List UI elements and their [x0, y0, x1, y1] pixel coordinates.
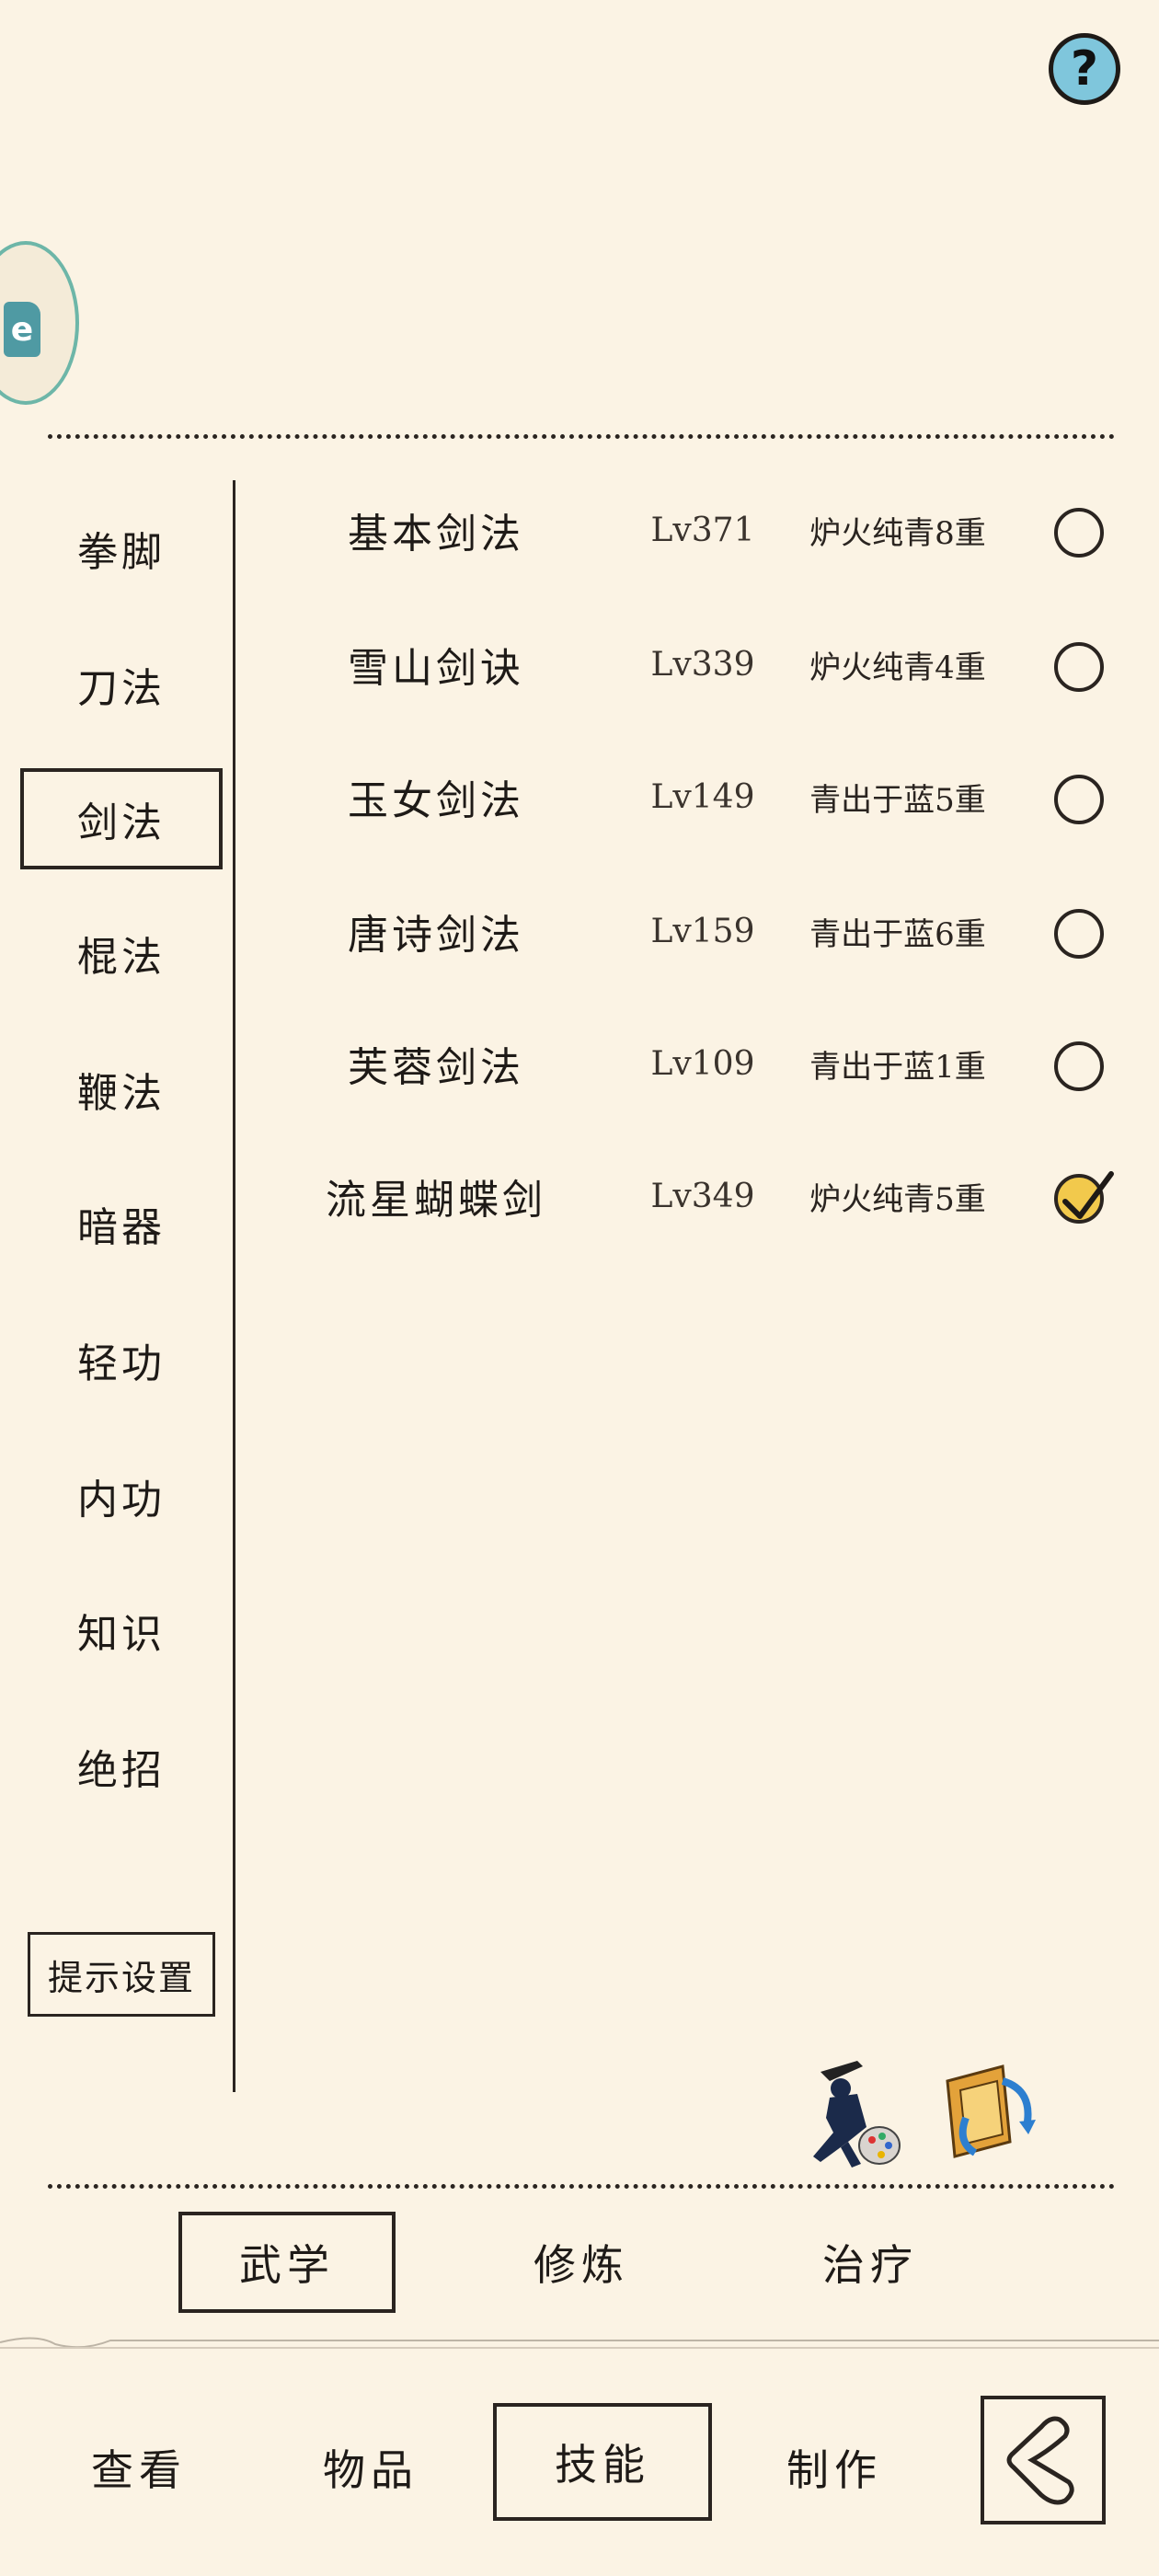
category-label: 内功	[77, 1477, 166, 1524]
sub-tab[interactable]: 治疗	[762, 2212, 979, 2313]
skill-level: Lv159	[650, 912, 755, 950]
category-tab[interactable]: 轻功	[20, 1309, 223, 1410]
category-tab[interactable]: 刀法	[20, 634, 223, 735]
martial-art-palette-icon[interactable]	[793, 2053, 903, 2173]
sub-tab[interactable]: 武学	[178, 2212, 396, 2313]
back-button[interactable]	[981, 2396, 1106, 2524]
category-tab[interactable]: 内功	[20, 1445, 223, 1547]
skill-name: 唐诗剑法	[348, 912, 524, 959]
category-label: 拳脚	[77, 529, 166, 576]
decorative-divider	[0, 2337, 1159, 2349]
sub-tab[interactable]: 修炼	[473, 2212, 690, 2313]
sub-tab-label: 治疗	[822, 2240, 918, 2290]
skill-name: 玉女剑法	[348, 777, 524, 824]
category-tab[interactable]: 剑法	[20, 768, 223, 869]
game-app-icon: e	[4, 302, 40, 357]
category-tab[interactable]: 暗器	[20, 1173, 223, 1274]
bottom-divider	[48, 2184, 1115, 2189]
scroll-book-icon[interactable]	[938, 2053, 1049, 2173]
sub-tab-label: 修炼	[534, 2240, 629, 2290]
skill-row[interactable]: 雪山剑诀 Lv339 炉火纯青4重	[235, 618, 1137, 710]
category-tab[interactable]: 知识	[20, 1580, 223, 1681]
skill-select-radio[interactable]	[1054, 642, 1104, 692]
nav-tab[interactable]: 物品	[261, 2359, 480, 2576]
category-label: 剑法	[77, 799, 166, 846]
skill-level: Lv339	[650, 645, 755, 684]
skill-select-radio[interactable]	[1054, 775, 1104, 824]
nav-tab-label: 物品	[323, 2445, 419, 2495]
top-divider	[48, 434, 1115, 439]
skill-rank: 青出于蓝6重	[809, 915, 986, 953]
skill-name: 流星蝴蝶剑	[326, 1177, 546, 1224]
category-tab[interactable]: 拳脚	[20, 498, 223, 599]
skill-row[interactable]: 基本剑法 Lv371 炉火纯青8重	[235, 484, 1137, 576]
skill-select-radio[interactable]	[1054, 1171, 1114, 1224]
nav-tab-label: 查看	[91, 2445, 187, 2495]
app-icon-button[interactable]: e	[0, 241, 79, 405]
category-label: 绝招	[77, 1747, 166, 1794]
skill-name: 雪山剑诀	[348, 645, 524, 692]
category-label: 棍法	[77, 934, 166, 981]
skill-rank: 炉火纯青8重	[809, 514, 986, 552]
skill-select-radio[interactable]	[1054, 909, 1104, 959]
skill-rank: 炉火纯青4重	[809, 649, 986, 686]
skill-level: Lv149	[650, 777, 755, 816]
nav-tab-label: 技能	[555, 2440, 650, 2490]
tip-settings-label: 提示设置	[47, 1957, 195, 1998]
help-icon: ?	[1070, 41, 1099, 97]
skill-name: 基本剑法	[348, 511, 524, 558]
back-arrow-icon	[1006, 2416, 1074, 2505]
skill-row[interactable]: 唐诗剑法 Lv159 青出于蓝6重	[235, 885, 1137, 977]
category-label: 轻功	[77, 1340, 166, 1387]
category-tab[interactable]: 棍法	[20, 903, 223, 1004]
checkmark-icon	[1062, 1171, 1114, 1219]
tip-settings-button[interactable]: 提示设置	[28, 1932, 215, 2017]
category-label: 鞭法	[77, 1070, 166, 1117]
skill-rank: 青出于蓝1重	[809, 1048, 986, 1086]
skill-row[interactable]: 流星蝴蝶剑 Lv349 炉火纯青5重	[235, 1150, 1137, 1242]
skill-level: Lv109	[650, 1044, 755, 1083]
category-label: 暗器	[77, 1204, 166, 1251]
nav-tab[interactable]: 制作	[725, 2359, 944, 2576]
category-label: 知识	[77, 1611, 166, 1658]
column-divider	[233, 480, 235, 2092]
nav-tab[interactable]: 查看	[29, 2359, 248, 2576]
category-tab[interactable]: 绝招	[20, 1716, 223, 1817]
nav-tab-label: 制作	[786, 2445, 882, 2495]
sub-tab-label: 武学	[239, 2240, 335, 2290]
skill-level: Lv349	[650, 1177, 755, 1215]
skill-rank: 青出于蓝5重	[809, 781, 986, 819]
skill-rank: 炉火纯青5重	[809, 1180, 986, 1218]
skill-select-radio[interactable]	[1054, 508, 1104, 558]
category-label: 刀法	[77, 665, 166, 712]
skill-row[interactable]: 玉女剑法 Lv149 青出于蓝5重	[235, 751, 1137, 843]
skill-level: Lv371	[650, 511, 755, 549]
skill-select-radio[interactable]	[1054, 1041, 1104, 1091]
category-tab[interactable]: 鞭法	[20, 1039, 223, 1140]
nav-tab[interactable]: 技能	[493, 2403, 712, 2521]
help-button[interactable]: ?	[1049, 33, 1120, 105]
skill-row[interactable]: 芙蓉剑法 Lv109 青出于蓝1重	[235, 1018, 1137, 1110]
skill-name: 芙蓉剑法	[348, 1044, 524, 1091]
